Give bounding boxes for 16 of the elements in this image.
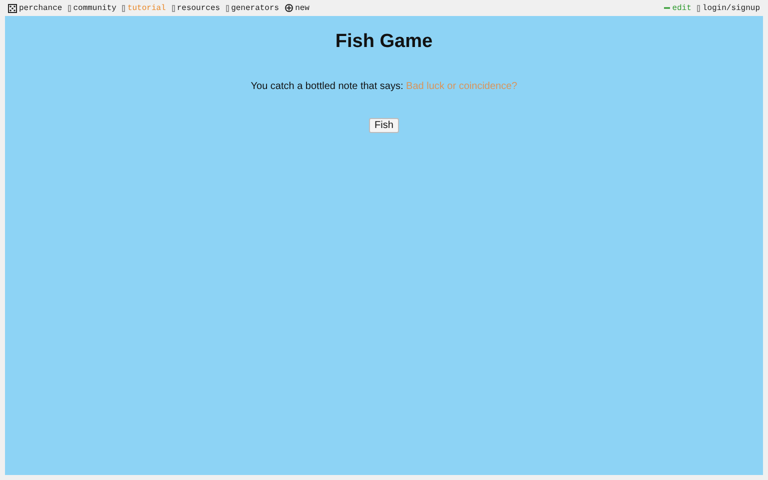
note-text: You catch a bottled note that says: Bad luck or coincidence?: [250, 81, 518, 92]
box-icon: [122, 4, 126, 12]
nav-link[interactable]: generators: [226, 4, 280, 12]
nav-link[interactable]: login/signup: [697, 4, 760, 12]
nav-link[interactable]: resources: [172, 4, 220, 12]
box-icon: [68, 4, 72, 12]
fish-button[interactable]: Fish: [368, 118, 400, 133]
nav-link[interactable]: new: [285, 4, 310, 12]
nav-link[interactable]: community: [68, 4, 116, 12]
nav-link[interactable]: perchance: [8, 4, 62, 12]
box-icon: [226, 4, 230, 12]
dice-icon: [8, 4, 17, 12]
plus-icon: [285, 4, 294, 12]
page-title: Fish Game: [335, 31, 433, 53]
box-icon: [697, 4, 700, 12]
box-icon: [172, 4, 175, 12]
